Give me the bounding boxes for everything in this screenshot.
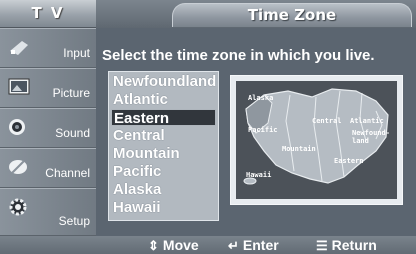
enter-hint: ↵ Enter <box>228 236 279 254</box>
sidebar-menu: Input Picture Sound Channel Setup <box>0 28 96 236</box>
sidebar-item-channel[interactable]: Channel <box>0 148 96 188</box>
list-item-pacific[interactable]: Pacific <box>111 163 216 180</box>
move-arrows-icon: ⇕ <box>148 238 159 253</box>
sidebar-item-input[interactable]: Input <box>0 28 96 68</box>
list-item-eastern-selected[interactable]: Eastern <box>111 109 216 127</box>
footer-hints: ⇕ Move ↵ Enter ☰ Return <box>0 236 416 254</box>
speaker-icon <box>9 119 25 135</box>
sidebar-item-setup[interactable]: Setup <box>0 188 96 236</box>
list-item-alaska[interactable]: Alaska <box>111 181 216 198</box>
sidebar-item-label: Input <box>63 46 90 60</box>
input-icon <box>10 41 28 55</box>
map-label-alaska: Alaska <box>248 94 274 102</box>
sidebar-item-label: Sound <box>55 126 90 140</box>
time-zone-screen: T V Time Zone Input Picture Sound Channe… <box>0 0 416 254</box>
tv-tab: T V <box>0 0 96 28</box>
sidebar-item-label: Picture <box>52 86 90 100</box>
list-item-atlantic[interactable]: Atlantic <box>111 91 216 108</box>
sidebar-item-label: Channel <box>45 166 90 180</box>
return-label: Return <box>331 237 377 253</box>
sidebar-item-label: Setup <box>58 214 90 228</box>
sidebar-item-sound[interactable]: Sound <box>0 108 96 148</box>
move-hint: ⇕ Move <box>148 236 199 254</box>
list-item-hawaii[interactable]: Hawaii <box>111 199 216 216</box>
map-label-mountain: Mountain <box>282 145 316 153</box>
return-hint: ☰ Return <box>316 236 377 254</box>
move-label: Move <box>162 237 199 253</box>
map-label-pacific: Pacific <box>248 126 278 134</box>
list-item-mountain[interactable]: Mountain <box>111 145 216 162</box>
list-item-central[interactable]: Central <box>111 127 216 144</box>
sidebar-item-picture[interactable]: Picture <box>0 68 96 108</box>
tv-label: T V <box>31 4 65 22</box>
page-title-tab: Time Zone <box>172 3 412 27</box>
return-menu-icon: ☰ <box>316 238 328 253</box>
map-label-hawaii: Hawaii <box>246 171 272 179</box>
map-label-atlantic: Atlantic <box>350 117 384 125</box>
time-zone-map: Alaska Pacific Mountain Central Atlantic… <box>236 81 397 199</box>
gear-icon <box>9 198 27 216</box>
enter-label: Enter <box>242 237 279 253</box>
picture-icon <box>8 78 30 95</box>
time-zone-list[interactable]: Newfoundland Atlantic Eastern Central Mo… <box>108 71 219 221</box>
map-label-newfoundland: Newfound- land <box>352 129 390 145</box>
list-item-newfoundland[interactable]: Newfoundland <box>111 73 216 90</box>
header-bar: Time Zone <box>96 0 416 28</box>
map-label-central: Central <box>312 117 342 125</box>
instruction-text: Select the time zone in which you live. <box>102 47 375 64</box>
time-zone-map-frame: Alaska Pacific Mountain Central Atlantic… <box>230 75 403 205</box>
enter-icon: ↵ <box>228 238 239 253</box>
map-label-eastern: Eastern <box>334 157 364 165</box>
satellite-dish-icon <box>9 160 27 174</box>
page-title: Time Zone <box>247 6 337 24</box>
